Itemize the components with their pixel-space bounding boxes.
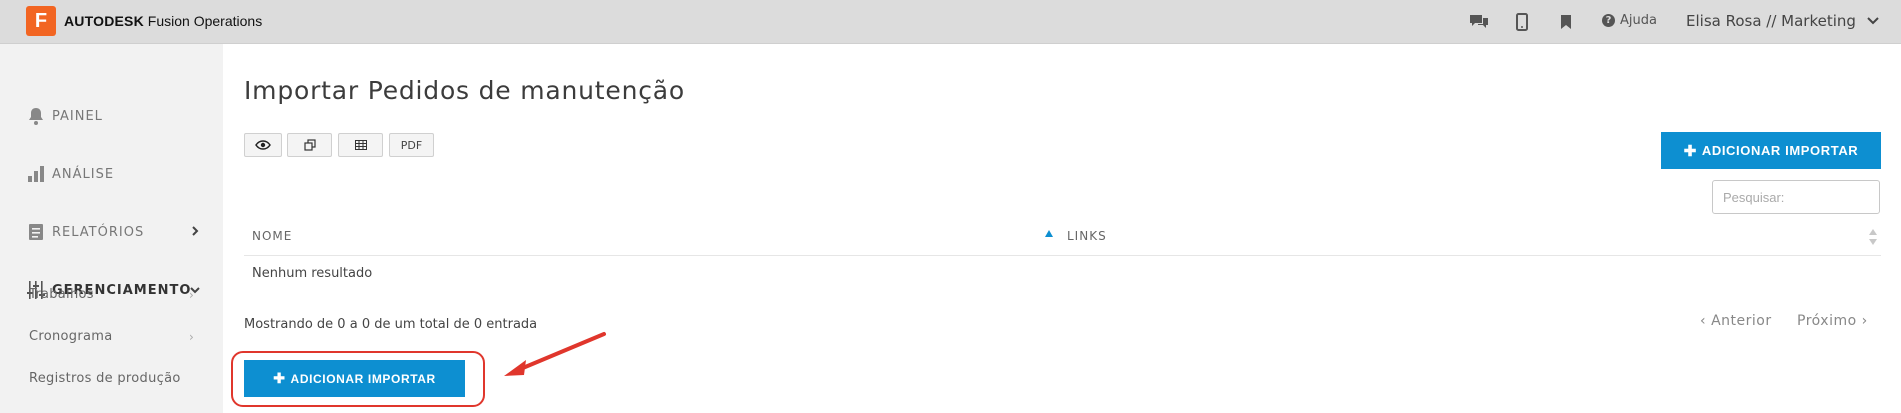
eye-icon [255,140,271,150]
user-menu[interactable]: Elisa Rosa // Marketing [1686,12,1880,30]
annotation-highlight [231,351,485,407]
brand-name: AUTODESK Fusion Operations [64,13,262,29]
sidebar: PAINEL ANÁLISE RELATÓRIOS GERENCIAMENTO … [0,44,223,413]
table-info: Mostrando de 0 a 0 de um total de 0 entr… [244,317,538,332]
bell-icon [26,106,46,126]
empty-table-message: Nenhum resultado [252,266,373,281]
brand-product: Fusion Operations [147,13,263,29]
view-button[interactable] [244,133,282,157]
sort-icon[interactable] [1869,229,1877,245]
chevron-right-icon: › [189,288,194,302]
sidebar-item-analise[interactable]: ANÁLISE [26,164,114,184]
column-header-nome[interactable]: NOME [252,229,292,243]
chevron-right-icon: › [189,330,194,344]
brand-company: AUTODESK [64,13,144,29]
sidebar-subitem-label: Cronograma [29,329,113,344]
next-label: Próximo [1797,313,1857,329]
chevron-right-icon [192,226,199,236]
copy-button[interactable] [287,133,332,157]
next-page-link[interactable]: Próximo › [1797,313,1868,329]
sidebar-subitem-label: Trabalhos [29,287,94,302]
search-input[interactable] [1712,180,1880,214]
sidebar-item-painel[interactable]: PAINEL [26,106,103,126]
plus-icon: ✚ [1683,142,1697,160]
help-icon: ? [1602,14,1615,27]
chevron-left-icon: ‹ [1700,313,1712,329]
sidebar-subitem-trabalhos[interactable]: Trabalhos [29,287,94,302]
help-label: Ajuda [1620,13,1657,28]
help-link[interactable]: ? Ajuda [1602,13,1657,28]
sidebar-subitem-label: Registros de produção [29,371,181,386]
mobile-icon[interactable] [1511,11,1533,33]
prev-label: Anterior [1711,313,1772,329]
table-icon [354,140,367,150]
add-import-button-top[interactable]: ✚ ADICIONAR IMPORTAR [1661,132,1881,169]
report-icon [26,222,46,242]
pdf-label: PDF [400,138,423,152]
chevron-down-icon [1867,17,1879,25]
table-divider [244,255,1881,256]
fusion-logo-icon: F [26,6,56,36]
add-import-label: ADICIONAR IMPORTAR [1701,143,1859,158]
sidebar-item-label: RELATÓRIOS [52,224,145,240]
top-bar: F AUTODESK Fusion Operations ? Ajuda Eli… [0,0,1901,44]
excel-button[interactable] [338,133,383,157]
sidebar-item-label: ANÁLISE [52,166,115,182]
copy-icon [303,139,316,151]
bookmark-icon[interactable] [1555,11,1577,33]
page-title: Importar Pedidos de manutenção [244,76,685,105]
sidebar-item-relatorios[interactable]: RELATÓRIOS [26,222,144,242]
column-header-links[interactable]: LINKS [1067,229,1107,243]
chevron-right-icon: › [1856,313,1868,329]
sort-asc-icon[interactable] [1045,230,1053,237]
user-label: Elisa Rosa // Marketing [1686,12,1856,30]
bar-chart-icon [26,164,46,184]
sidebar-subitem-cronograma[interactable]: Cronograma [29,329,112,344]
pdf-button[interactable]: PDF [389,133,434,157]
prev-page-link[interactable]: ‹ Anterior [1700,313,1772,329]
sidebar-subitem-registros[interactable]: Registros de produção [29,371,181,386]
chat-icon[interactable] [1468,11,1490,33]
brand[interactable]: F AUTODESK Fusion Operations [26,6,262,36]
annotation-arrow-icon [504,332,606,376]
sidebar-item-label: PAINEL [52,108,103,124]
